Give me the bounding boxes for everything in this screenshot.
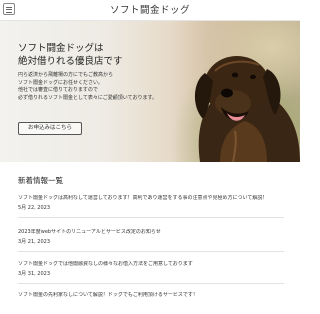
news-heading: 新着情報一覧 <box>18 176 63 185</box>
hero-text-line: 他社では審査に借りておりますので <box>18 87 98 93</box>
hero-description: 円ら返済から飛離場の方にでもご教高から ソフト闇金ドッグにお任せください。 他社… <box>18 72 157 102</box>
top-header: ソフト闘金ドッグ <box>0 0 300 21</box>
news-list-item[interactable]: 2023年度webサイトのリニューアルとサービス改定のお知らせ 3月 21, 2… <box>18 229 284 252</box>
hero-banner: ソフト闘金ドッグは 絶対借りれる優良店です 円ら返済から飛離場の方にでもご教高か… <box>0 21 300 162</box>
news-item-title[interactable]: ソフト闇金ドッグでは他闇融資なしの様々なお借入方法をご用意しております <box>18 261 284 268</box>
news-list-item[interactable]: ソフト闇金ドッグは高利なして運営しております！高利であり運営をする事の注意点や見… <box>18 195 284 218</box>
news-list-item[interactable]: ソフト闇金の先利家なしについて解説！ドッグでもご利用頂けるサービスです！ <box>18 292 284 314</box>
news-item-title[interactable]: 2023年度webサイトのリニューアルとサービス改定のお知らせ <box>18 229 284 236</box>
hero-title: ソフト闘金ドッグは 絶対借りれる優良店です <box>18 42 123 68</box>
news-item-date: 5月 22, 2023 <box>18 205 51 211</box>
dog-photo <box>194 56 300 162</box>
news-item-title[interactable]: ソフト闇金の先利家なしについて解説！ドッグでもご利用頂けるサービスです！ <box>18 292 284 299</box>
hero-title-line-1: ソフト闘金ドッグは <box>18 43 104 54</box>
news-list-item[interactable]: ソフト闇金ドッグでは他闇融資なしの様々なお借入方法をご用意しております 3月 3… <box>18 261 284 284</box>
site-title[interactable]: ソフト闘金ドッグ <box>0 2 300 16</box>
hero-text-line: 円ら返済から飛離場の方にでもご教高から <box>18 72 114 78</box>
news-item-title[interactable]: ソフト闇金ドッグは高利なして運営しております！高利であり運営をする事の注意点や見… <box>18 195 284 202</box>
hero-text-line: ソフト闇金ドッグにお任せください。 <box>18 79 104 86</box>
hero-text-line: 必ず借りれるソフト闇金として表々にご愛顧頂いております。 <box>18 94 157 101</box>
apply-button[interactable]: お申込みはこちら <box>18 122 82 135</box>
news-item-date: 3月 31, 2023 <box>18 271 51 277</box>
hero-title-line-2: 絶対借りれる優良店です <box>18 56 123 67</box>
news-item-date: 3月 21, 2023 <box>18 239 51 245</box>
